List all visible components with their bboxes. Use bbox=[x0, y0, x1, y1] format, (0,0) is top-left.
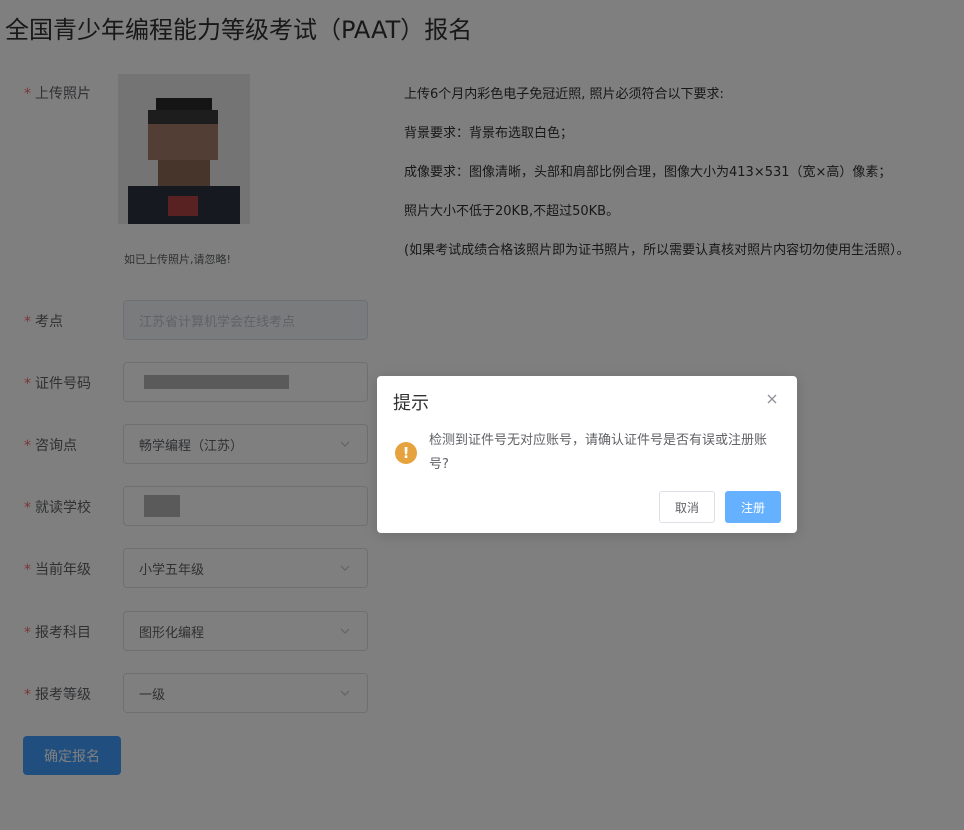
message-dialog: 提示 ! 检测到证件号无对应账号，请确认证件号是否有误或注册账号? 取消 注册 bbox=[377, 376, 797, 533]
warning-icon: ! bbox=[395, 442, 417, 464]
register-button[interactable]: 注册 bbox=[725, 491, 781, 523]
dialog-message: 检测到证件号无对应账号，请确认证件号是否有误或注册账号? bbox=[429, 433, 768, 472]
dialog-title: 提示 bbox=[393, 393, 429, 414]
cancel-button[interactable]: 取消 bbox=[659, 491, 715, 523]
close-icon[interactable] bbox=[765, 391, 779, 405]
